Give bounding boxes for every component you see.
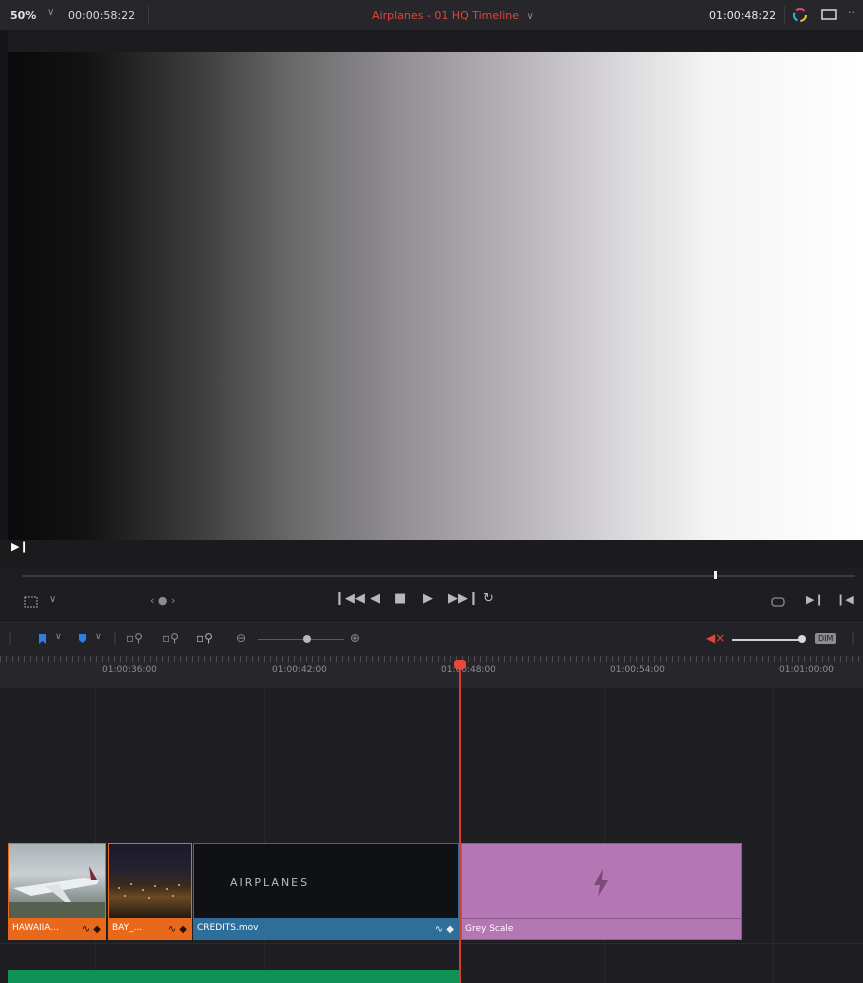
ruler-tick: 01:00:48:00 xyxy=(441,665,496,675)
timeline-zoom-slider[interactable] xyxy=(258,639,344,640)
marker-icon[interactable] xyxy=(78,633,87,644)
timeline-clip[interactable]: HAWAIIA... ∿ ◆ xyxy=(8,843,106,940)
divider: | xyxy=(851,631,856,645)
city-lights-image xyxy=(118,883,180,899)
jog-wheel-icon[interactable]: ‹ ● › xyxy=(150,594,175,607)
viewer-letterbox xyxy=(8,30,863,52)
viewer-left-edge xyxy=(0,30,8,545)
source-timecode: 00:00:58:22 xyxy=(68,9,136,22)
viewer-scrub-bar[interactable] xyxy=(22,575,855,577)
monitor-icon[interactable] xyxy=(821,9,837,21)
record-timecode: 01:00:48:22 xyxy=(709,9,777,22)
timeline-clip[interactable]: Grey Scale xyxy=(461,843,742,940)
stop-icon[interactable]: ■ xyxy=(394,591,406,606)
clip-name: CREDITS.mov xyxy=(197,923,259,933)
jump-to-start-icon[interactable]: ❙◀◀ xyxy=(334,591,365,606)
chevron-down-icon: ∨ xyxy=(526,11,534,22)
dim-button[interactable]: DIM xyxy=(815,633,837,644)
zoom-level-dropdown[interactable]: 50% xyxy=(10,9,36,22)
chevron-down-icon[interactable]: ∨ xyxy=(95,632,102,642)
transport-controls: ∨ ‹ ● › ❙◀◀ ◀ ■ ▶ ▶▶❙ ↻ ▶❙ ❙◀ xyxy=(0,588,863,618)
viewer-in-marker-icon: ▶❙ xyxy=(11,540,29,553)
clip-thumbnail xyxy=(462,844,741,920)
zoom-full-icon[interactable]: ▫⚲ xyxy=(126,631,143,645)
ruler-tick: 01:00:54:00 xyxy=(610,665,665,675)
playhead-handle[interactable] xyxy=(454,660,466,670)
viewer-letterbox-bottom xyxy=(0,540,863,568)
clip-overlay-text: AIRPLANES xyxy=(230,876,310,889)
timeline-title-dropdown[interactable]: Airplanes - 01 HQ Timeline ∨ xyxy=(372,9,534,22)
clip-label-bar: CREDITS.mov xyxy=(194,918,458,939)
chevron-down-icon[interactable]: ∨ xyxy=(55,632,62,642)
clip-name: BAY_... xyxy=(112,923,143,933)
scrub-handle[interactable] xyxy=(714,571,717,579)
clip-name: Grey Scale xyxy=(465,924,514,934)
color-wheel-icon[interactable] xyxy=(792,7,808,23)
zoom-detail-icon[interactable]: ▫⚲ xyxy=(162,631,179,645)
lightning-icon xyxy=(594,869,608,897)
audio-clip[interactable] xyxy=(8,970,459,983)
previous-edit-icon[interactable]: ❙◀ xyxy=(836,593,854,606)
play-reverse-icon[interactable]: ◀ xyxy=(370,591,380,606)
video-viewer[interactable] xyxy=(8,52,863,540)
mute-icon[interactable]: ◀× xyxy=(706,631,725,645)
play-icon[interactable]: ▶ xyxy=(423,591,433,606)
clip-name: HAWAIIA... xyxy=(12,923,59,933)
clip-thumbnail xyxy=(109,844,191,920)
volume-slider[interactable] xyxy=(732,639,800,641)
ruler-tick: 01:00:36:00 xyxy=(102,665,157,675)
zoom-in-icon[interactable]: ⊕ xyxy=(350,631,360,645)
match-frame-icon[interactable] xyxy=(770,596,786,608)
chevron-down-icon[interactable]: ∨ xyxy=(49,594,56,605)
clip-badge-icons: ∿ ◆ xyxy=(434,924,454,935)
next-edit-icon[interactable]: ▶❙ xyxy=(806,593,824,606)
timeline-title: Airplanes - 01 HQ Timeline xyxy=(372,9,520,22)
timeline-zoom-handle[interactable] xyxy=(303,635,311,643)
ruler-tick: 01:01:00:00 xyxy=(779,665,834,675)
clip-badge-icons: ∿ ◆ xyxy=(81,924,101,935)
zoom-out-icon[interactable]: ⊖ xyxy=(236,631,246,645)
jump-to-end-icon[interactable]: ▶▶❙ xyxy=(448,591,479,606)
volume-handle[interactable] xyxy=(798,635,806,643)
viewer-header: 50% ∨ 00:00:58:22 Airplanes - 01 HQ Time… xyxy=(0,0,863,30)
timeline-toolbar: | ∨ ∨ | ▫⚲ ▫⚲ ▫⚲ ⊖ ⊕ ◀× DIM | xyxy=(0,622,863,656)
loop-icon[interactable]: ↻ xyxy=(483,591,494,606)
timeline-clip[interactable]: AIRPLANES CREDITS.mov ∿ ◆ xyxy=(193,843,459,940)
clip-label-bar: Grey Scale xyxy=(462,918,741,939)
more-options-icon[interactable]: ·· xyxy=(848,6,855,19)
ruler-tick: 01:00:42:00 xyxy=(272,665,327,675)
track-separator xyxy=(0,943,863,944)
divider xyxy=(784,6,785,24)
divider: | xyxy=(8,631,13,645)
playhead-line xyxy=(459,664,461,983)
grid-line xyxy=(773,688,774,983)
divider: | xyxy=(113,631,118,645)
clip-thumbnail xyxy=(9,844,105,920)
chevron-down-icon[interactable]: ∨ xyxy=(47,7,54,18)
transform-icon[interactable] xyxy=(24,596,38,608)
flag-icon[interactable] xyxy=(38,633,47,645)
clip-badge-icons: ∿ ◆ xyxy=(167,924,187,935)
clip-thumbnail: AIRPLANES xyxy=(194,844,458,920)
divider xyxy=(148,6,149,24)
airplane-image xyxy=(9,866,105,920)
zoom-custom-icon[interactable]: ▫⚲ xyxy=(196,631,213,645)
timeline-clip[interactable]: BAY_... ∿ ◆ xyxy=(108,843,192,940)
